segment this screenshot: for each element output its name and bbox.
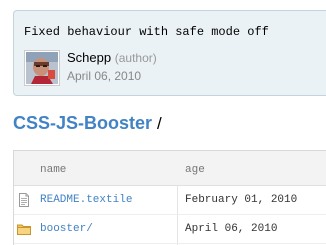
column-header-age: age <box>185 164 205 176</box>
file-text-icon <box>17 193 31 207</box>
file-tree-header: name age <box>14 151 326 186</box>
breadcrumb-separator: / <box>157 114 162 133</box>
file-age: February 01, 2010 <box>185 194 298 206</box>
column-header-name: name <box>40 164 67 176</box>
author-name[interactable]: Schepp <box>67 50 111 65</box>
file-tree-table: name age README.textile February 01, 201… <box>13 150 326 245</box>
repo-link[interactable]: CSS-JS-Booster <box>13 113 152 133</box>
commit-message: Fixed behaviour with safe mode off <box>24 25 269 39</box>
user-avatar-photo <box>26 52 58 84</box>
folder-icon <box>17 222 31 236</box>
folder-link-booster[interactable]: booster/ <box>40 223 93 235</box>
table-row: booster/ April 06, 2010 <box>14 215 326 244</box>
commit-info-box: Fixed behaviour with safe mode off Schep… <box>13 10 326 96</box>
author-role: (author) <box>114 51 157 65</box>
avatar[interactable] <box>24 50 60 86</box>
breadcrumb: CSS-JS-Booster / <box>13 113 162 134</box>
commit-date: April 06, 2010 <box>67 69 142 83</box>
commit-author: Schepp (author) <box>67 50 157 65</box>
file-age: April 06, 2010 <box>185 223 278 235</box>
table-row: README.textile February 01, 2010 <box>14 186 326 215</box>
file-link-readme[interactable]: README.textile <box>40 194 132 206</box>
